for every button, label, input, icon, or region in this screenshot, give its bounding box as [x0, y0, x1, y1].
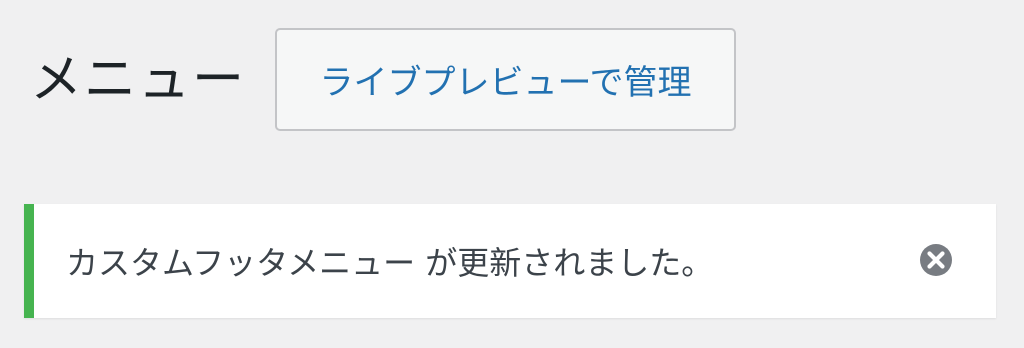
dismiss-notice-button[interactable] [918, 242, 954, 278]
page-title: メニュー [30, 49, 247, 110]
close-circle-icon [920, 244, 952, 276]
success-notice: カスタムフッタメニュー が更新されました。 [24, 204, 996, 318]
page-header: メニュー [30, 28, 246, 131]
manage-with-live-preview-button[interactable]: ライブプレビューで管理 [275, 28, 736, 131]
notice-message: カスタムフッタメニュー が更新されました。 [66, 244, 714, 282]
page: メニュー ライブプレビューで管理 カスタムフッタメニュー が更新されました。 [0, 0, 1024, 348]
